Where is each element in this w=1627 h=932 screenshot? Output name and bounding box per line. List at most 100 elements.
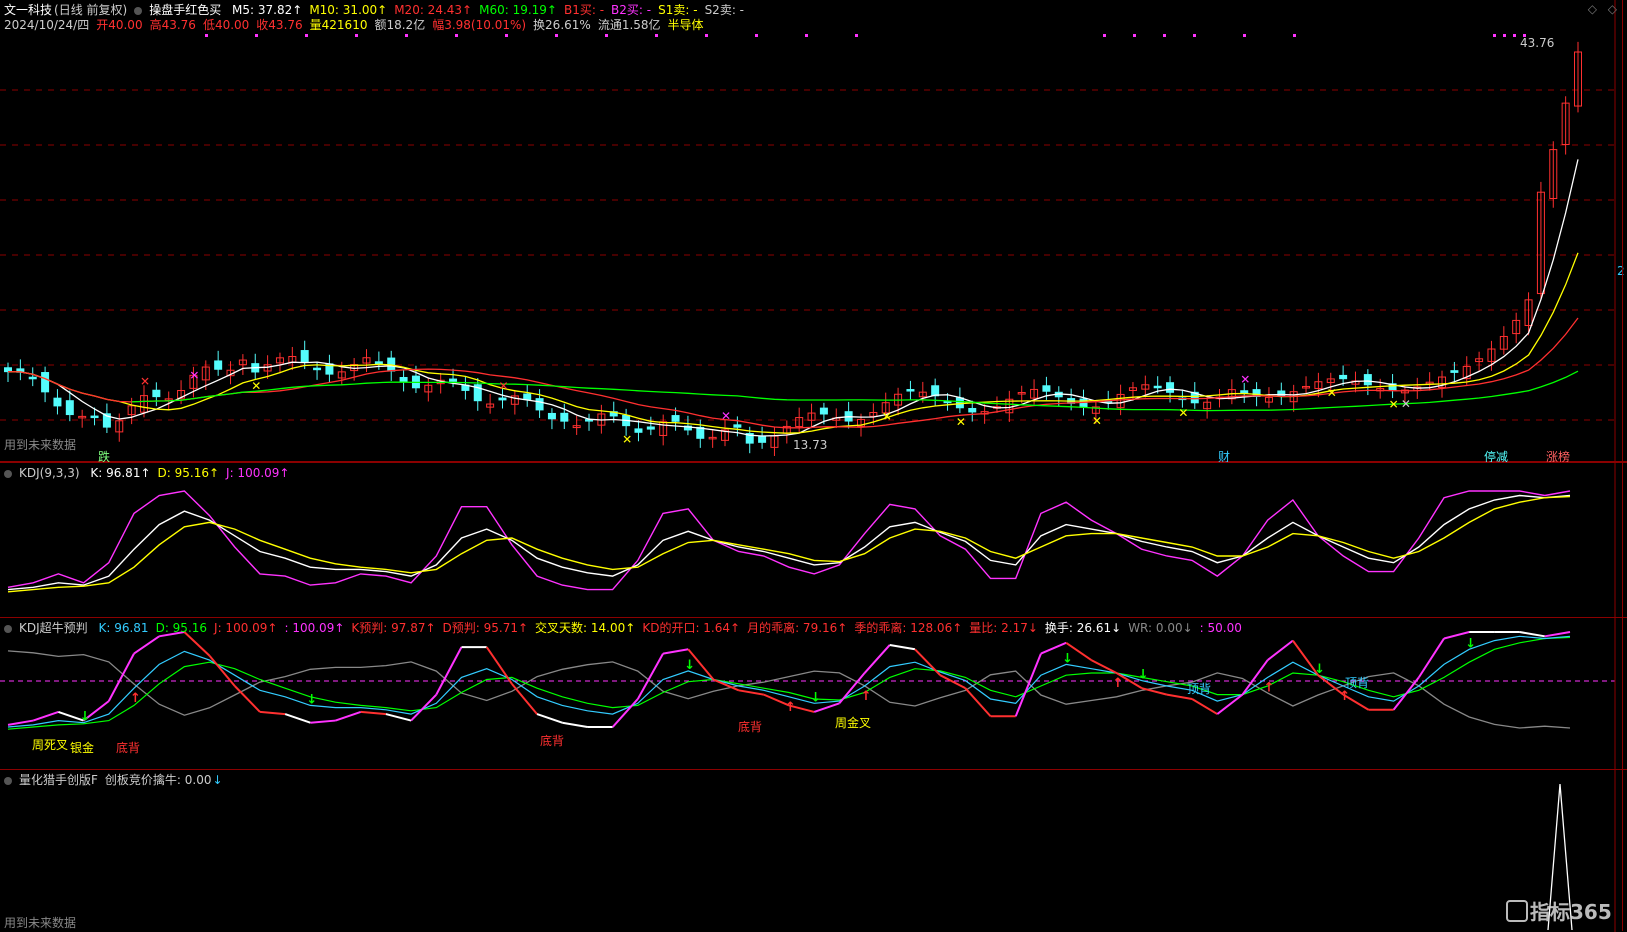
kdj-super-value-1: D: 95.16 — [155, 621, 208, 635]
candle-body-59 — [733, 424, 742, 428]
stock-name[interactable]: 文一科技 — [4, 3, 52, 17]
kdj-k-line — [7, 494, 1571, 591]
candle-body-66 — [819, 407, 828, 415]
kdj-super-panel: ↓ ↑ ↓ ↓ ↑ ↓ ↑ ↓ ↑ ↓ ↑ ↓ ↑ ↓ KDJ超牛预判 K: 96.81 D: 95.16 J… — [0, 617, 1627, 770]
top-marker-11 — [755, 34, 758, 37]
quote-item-0: 2024/10/24/四 — [4, 18, 90, 32]
liehun-header: 量化猎手创版F 创板竞价擒牛: 0.00↓ — [4, 772, 230, 788]
kdj-super-value-3: : 100.09↑ — [284, 621, 345, 635]
liehun-title[interactable]: 量化猎手创版F — [19, 773, 98, 787]
liehun-value: 创板竞价擒牛: 0.00 — [104, 773, 212, 787]
candle-body-42 — [523, 393, 532, 401]
kdj-super-value-5: D预判: 95.71↑ — [442, 621, 529, 635]
kdj-super-title[interactable]: KDJ超牛预判 — [19, 621, 88, 635]
annotation-yin-jin: 银金 — [70, 741, 95, 755]
signal-x-mark-3: ✕ — [498, 379, 508, 393]
ma10-line — [7, 252, 1579, 434]
kdj-super-j-seg-48 — [1191, 698, 1218, 715]
candlestick-chart[interactable]: ✕ ✕✕ ✕✕✕ ✕ ✕ ✕✕✕✕✕ ✕ — [0, 0, 1627, 462]
top-marker-12 — [805, 34, 808, 37]
candle-body-36 — [449, 378, 458, 382]
top-marker-0 — [205, 34, 208, 37]
candle-body-25 — [313, 367, 322, 371]
signal-x-mark-13: ✕ — [1401, 397, 1411, 411]
kdj-super-arrow-3: ↓ — [684, 658, 695, 673]
candle-body-54 — [671, 415, 680, 422]
candle-body-4 — [53, 397, 62, 407]
candle-body-77 — [955, 397, 964, 409]
candle-body-24 — [300, 350, 309, 363]
watermark-logo: 指标365 — [1506, 896, 1612, 925]
top-marker-15 — [1133, 34, 1136, 37]
kdj-super-settings-icon[interactable] — [4, 625, 12, 633]
quote-item-4: 收43.76 — [256, 18, 303, 32]
ma-value-3: M60: 19.19↑ — [479, 3, 557, 17]
kdj-settings-icon[interactable] — [4, 470, 12, 478]
kdj-super-j-seg-16 — [385, 713, 412, 722]
ma-value-5: B2买: - — [611, 3, 652, 17]
signal-x-mark-10: ✕ — [1240, 372, 1250, 386]
candle-body-2 — [28, 376, 37, 380]
main-header: 文一科技 (日线 前复权) 操盘手红色买 M5: 37.82↑ M10: 31.00↑… — [4, 2, 758, 18]
kdj-super-j-seg-13 — [310, 719, 336, 724]
watermark-text: 指标365 — [1530, 900, 1612, 924]
kdj-super-arrow-9: ↓ — [1138, 668, 1149, 683]
period-label[interactable]: (日线 前复权) — [54, 3, 127, 17]
kdj-value-0: K: 96.81↑ — [90, 466, 151, 480]
kdj-super-value-7: KD的开口: 1.64↑ — [642, 621, 741, 635]
kdj-super-j-seg-38 — [939, 674, 966, 690]
top-marker-4 — [405, 34, 408, 37]
kdj-values: K: 96.81↑ D: 95.16↑ J: 100.09↑ — [90, 466, 296, 480]
candle-body-94 — [1166, 382, 1175, 393]
kdj-super-value-0: K: 96.81 — [98, 621, 149, 635]
quote-item-1: 开40.00 — [96, 18, 143, 32]
ma-value-2: M20: 24.43↑ — [394, 3, 473, 17]
annotation-ding-bei-1: 顶背 — [1187, 682, 1212, 696]
kdj-super-j-seg-41 — [1014, 653, 1042, 717]
kdj-header: KDJ(9,3,3) K: 96.81↑ D: 95.16↑ J: 100.09↑ — [4, 465, 303, 481]
kdj-super-values: K: 96.81 D: 95.16 J: 100.09↑: 100.09↑ K预判: … — [98, 621, 1248, 635]
signal-x-mark-11: ✕ — [1327, 386, 1337, 400]
annotation-di-bei-2: 底背 — [540, 734, 565, 748]
signal-x-mark-8: ✕ — [1092, 414, 1102, 428]
candle-body-32 — [399, 377, 408, 383]
kdj-title[interactable]: KDJ(9,3,3) — [19, 466, 80, 480]
kdj-super-j-seg-18 — [435, 646, 463, 696]
annotation-zhou-si-cha: 周死叉 — [32, 738, 69, 752]
kdj-super-arrow-11: ↓ — [1314, 662, 1325, 677]
signal-x-mark-1: ✕ — [189, 368, 199, 382]
quote-item-7: 幅3.98(10.01%) — [432, 18, 527, 32]
kdj-super-chart[interactable]: ↓ ↑ ↓ ↓ ↑ ↓ ↑ ↓ ↑ ↓ ↑ ↓ ↑ ↓ — [0, 618, 1627, 770]
candle-body-93 — [1153, 385, 1162, 389]
kdj-super-j-seg-22 — [536, 713, 563, 724]
candle-body-75 — [931, 385, 940, 397]
top-marker-3 — [355, 34, 358, 37]
top-marker-5 — [455, 34, 458, 37]
kdj-panel: KDJ(9,3,3) K: 96.81↑ D: 95.16↑ J: 100.09↑ — [0, 462, 1627, 618]
signal-x-mark-5: ✕ — [721, 409, 731, 423]
ma-value-4: B1买: - — [563, 3, 605, 17]
kdj-super-j-seg-37 — [914, 648, 941, 676]
top-marker-1 — [255, 34, 258, 37]
close-icon[interactable]: ◇ — [1608, 2, 1617, 16]
liehun-settings-icon[interactable] — [4, 777, 12, 785]
candle-body-117 — [1450, 370, 1459, 373]
kdj-super-value-9: 季的乖离: 128.06↑ — [854, 621, 963, 635]
kdj-super-value-8: 月的乖离: 79.16↑ — [747, 621, 848, 635]
ma-value-7: S2卖: - — [704, 3, 745, 17]
quote-item-2: 高43.76 — [149, 18, 196, 32]
kdj-super-j-seg-61 — [1519, 631, 1545, 638]
main-chart-panel: ✕ ✕ ✕ ✕ ✕ ✕ ✕ ✕ ✕ ✕ ✕ ✕ ✕ ✕ 文一科技 (日线 前复权) 操盘手红色买 M5: 37… — [0, 0, 1627, 464]
candle-body-73 — [906, 389, 915, 392]
kdj-chart[interactable] — [0, 463, 1627, 618]
maximize-icon[interactable]: ◇ — [1588, 2, 1597, 16]
indicator-settings-icon[interactable] — [134, 7, 143, 15]
liehun-chart[interactable] — [0, 770, 1627, 932]
indicator-name[interactable]: 操盘手红色买 — [149, 3, 221, 17]
ma-value-6: S1卖: - — [658, 3, 698, 17]
top-marker-10 — [705, 34, 708, 37]
kdj-super-value-12: WR: 0.00↓ — [1128, 621, 1193, 635]
candle-body-3 — [41, 372, 50, 393]
high-price-label: 43.76 — [1520, 36, 1555, 50]
kdj-super-value-10: 量比: 2.17↓ — [969, 621, 1038, 635]
